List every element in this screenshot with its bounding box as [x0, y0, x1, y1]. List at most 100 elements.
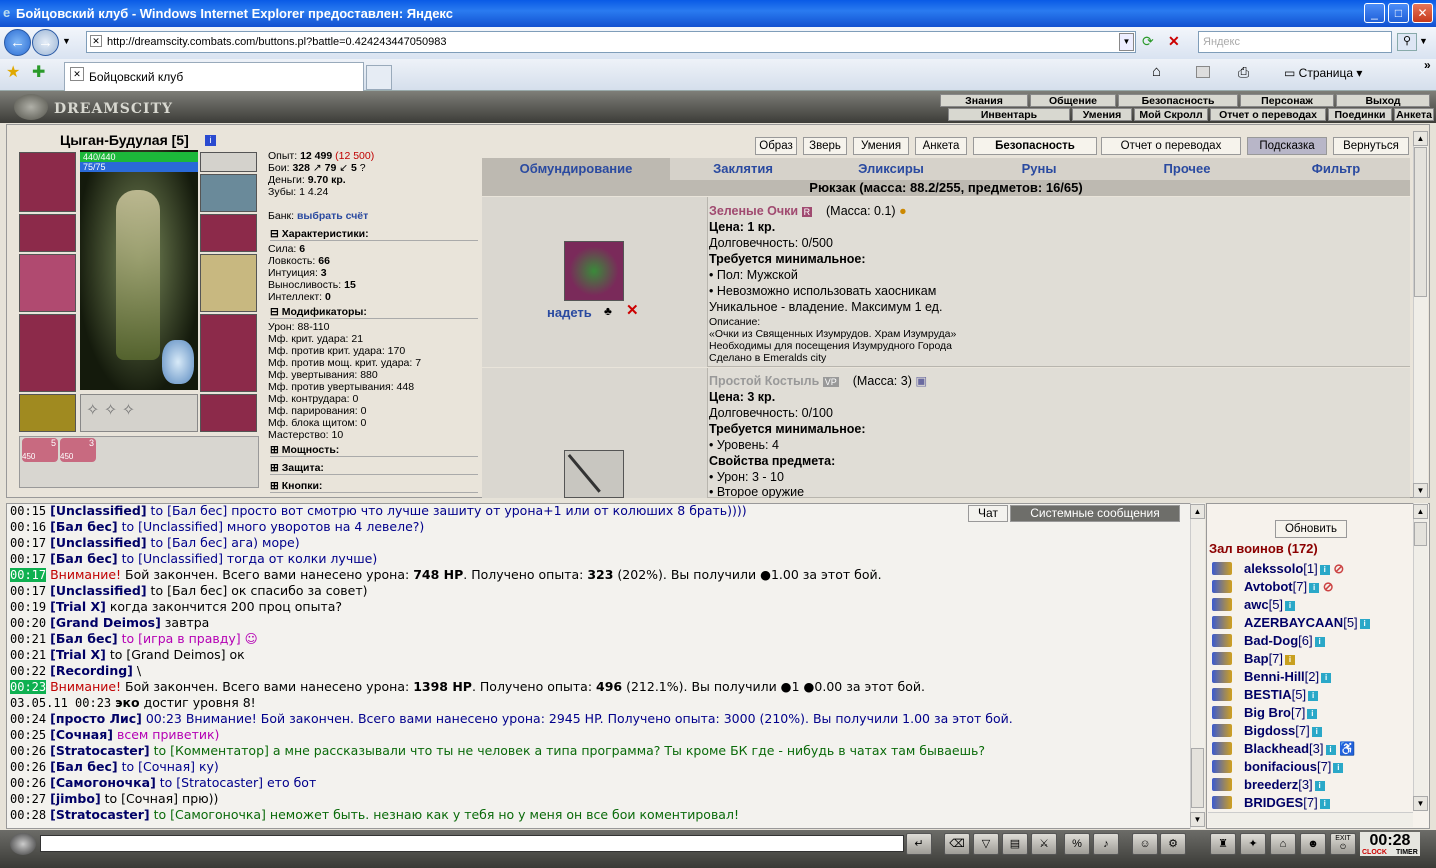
url-input[interactable]: http://dreamscity.combats.com/buttons.pl… [86, 31, 1136, 53]
nav-duels[interactable]: Поединки [1328, 108, 1392, 121]
settings-icon[interactable]: ⚙ [1160, 833, 1186, 855]
chat-options-icon[interactable] [10, 833, 36, 855]
player-info-icon[interactable]: i [1285, 600, 1296, 611]
chat-nick[interactable]: [Бал бес] [50, 551, 118, 566]
nav-communication[interactable]: Общение [1030, 94, 1116, 107]
clan-icon[interactable] [1212, 580, 1232, 593]
chat-nick[interactable]: [Unclassified] [50, 583, 146, 598]
page-menu[interactable]: ▭ Страница ▾ [1284, 66, 1362, 80]
nav-transfer-report[interactable]: Отчет о переводах [1210, 108, 1326, 121]
chat-to[interactable]: to [Сочная] [118, 759, 195, 774]
maximize-button[interactable]: □ [1388, 3, 1409, 23]
home-menu-icon[interactable]: ⌂ [1270, 833, 1296, 855]
players-scroll-up-icon[interactable]: ▲ [1413, 504, 1428, 519]
fight-icon[interactable]: ⚔ [1031, 833, 1057, 855]
player-row[interactable]: alekssolo[1] i ⊘ [1244, 561, 1344, 577]
clan-icon[interactable] [1212, 670, 1232, 683]
slot-weapon[interactable] [19, 254, 76, 312]
player-name[interactable]: breederz [1244, 777, 1298, 792]
goggles-icon[interactable] [564, 241, 624, 301]
modifiers-header[interactable]: ⊟ Модификаторы: [270, 306, 478, 319]
skill-menu-icon[interactable]: ✦ [1240, 833, 1266, 855]
wear-link[interactable]: надеть [547, 305, 592, 320]
image-button[interactable]: Образ [755, 137, 797, 155]
player-info-icon[interactable]: i [1307, 708, 1318, 719]
skills-button[interactable]: Умения [853, 137, 909, 155]
player-row[interactable]: Avtobot[7] i ⊘ [1244, 579, 1334, 595]
chat-to[interactable]: to [Бал бес] [147, 583, 228, 598]
player-name[interactable]: Big Bro [1244, 705, 1291, 720]
player-name[interactable]: AZERBAYCAAN [1244, 615, 1343, 630]
chat-to[interactable]: to [Unclassified] [118, 519, 223, 534]
chat-scroll-down-icon[interactable]: ▼ [1190, 812, 1205, 827]
slot-earrings[interactable] [200, 174, 257, 212]
chat-scroll-up-icon[interactable]: ▲ [1190, 504, 1205, 519]
player-name[interactable]: Bad-Dog [1244, 633, 1298, 648]
slot-shield[interactable] [200, 254, 257, 312]
chat-to[interactable]: to [Stratocaster] [156, 775, 263, 790]
scroll-up-icon[interactable]: ▲ [1413, 131, 1428, 146]
stop-icon[interactable]: ✕ [1168, 33, 1186, 51]
filter-icon[interactable]: ▽ [973, 833, 999, 855]
search-input[interactable]: Яндекс [1198, 31, 1392, 53]
pet-icon[interactable] [162, 340, 194, 384]
nav-exit[interactable]: Выход [1336, 94, 1430, 107]
player-row[interactable]: Blackhead[3] i ♿ [1244, 741, 1355, 757]
exit-button[interactable]: EXIT ⏻ [1330, 833, 1356, 855]
profile-button[interactable]: Анкета [915, 137, 967, 155]
player-info-icon[interactable]: i [1321, 672, 1332, 683]
player-row[interactable]: BRIDGES[7] i [1244, 795, 1330, 811]
chat-nick[interactable]: [Stratocaster] [50, 743, 149, 758]
chat-input[interactable] [40, 835, 904, 852]
player-row[interactable]: Bigdoss[7] i [1244, 723, 1322, 739]
slot-belt[interactable] [19, 394, 76, 432]
return-button[interactable]: Вернуться [1333, 137, 1409, 155]
player-info-icon[interactable]: i [1319, 798, 1330, 809]
save-icon[interactable]: ▤ [1002, 833, 1028, 855]
sound-icon[interactable]: ♪ [1093, 833, 1119, 855]
clan-icon[interactable] [1212, 616, 1232, 629]
player-name[interactable]: bonifacious [1244, 759, 1317, 774]
clan-icon[interactable] [1212, 688, 1232, 701]
bank-link[interactable]: выбрать счёт [297, 210, 368, 222]
print-icon[interactable]: ⎙ [1238, 64, 1249, 81]
player-row[interactable]: awc[5] i [1244, 597, 1296, 613]
players-scroll-down-icon[interactable]: ▼ [1413, 796, 1428, 811]
player-name[interactable]: BRIDGES [1244, 795, 1303, 810]
hint-button[interactable]: Подсказка [1247, 137, 1327, 155]
slot-helmet[interactable] [19, 152, 76, 212]
player-info-icon[interactable]: i [1319, 564, 1330, 575]
power-header[interactable]: ⊞ Мощность: [270, 444, 478, 457]
player-info-icon[interactable]: i [1359, 618, 1370, 629]
chat-nick[interactable]: [Stratocaster] [50, 807, 149, 822]
clan-icon[interactable] [1212, 742, 1232, 755]
clan-icon[interactable] [1212, 562, 1232, 575]
nav-skills[interactable]: Умения [1072, 108, 1132, 121]
back-button[interactable]: ← [4, 29, 31, 56]
clan-icon[interactable] [1212, 760, 1232, 773]
main-scroll-thumb[interactable] [1414, 147, 1427, 297]
search-icon[interactable]: ⚲ [1397, 33, 1417, 51]
buttons-header[interactable]: ⊞ Кнопки: [270, 480, 478, 493]
close-window-button[interactable]: ✕ [1412, 3, 1433, 23]
chevron-more-icon[interactable]: » [1424, 58, 1431, 72]
chat-to[interactable]: to [Самогоночка] [150, 807, 266, 822]
players-hscrollbar[interactable] [1208, 812, 1413, 827]
player-name[interactable]: Blackhead [1244, 741, 1309, 756]
chat-to[interactable]: to [Grand Deimos] [106, 647, 226, 662]
player-name[interactable]: Benni-Hill [1244, 669, 1305, 684]
nav-my-scroll[interactable]: Мой Скролл [1134, 108, 1208, 121]
chat-nick[interactable]: [Unclassified] [50, 535, 146, 550]
send-icon[interactable]: ↵ [906, 833, 932, 855]
chat-to[interactable]: to [Комментатор] [150, 743, 269, 758]
slot-boots[interactable] [200, 394, 257, 432]
clan-icon[interactable] [1212, 652, 1232, 665]
player-info-icon[interactable]: i [1309, 582, 1320, 593]
percent-icon[interactable]: % [1064, 833, 1090, 855]
home-icon[interactable]: ⌂ [1152, 63, 1161, 80]
player-info-icon[interactable]: i [1308, 690, 1319, 701]
clan-icon[interactable] [1212, 706, 1232, 719]
player-name[interactable]: Avtobot [1244, 579, 1293, 594]
add-favorite-icon[interactable]: ✚ [32, 62, 45, 82]
new-tab-button[interactable] [366, 65, 392, 90]
